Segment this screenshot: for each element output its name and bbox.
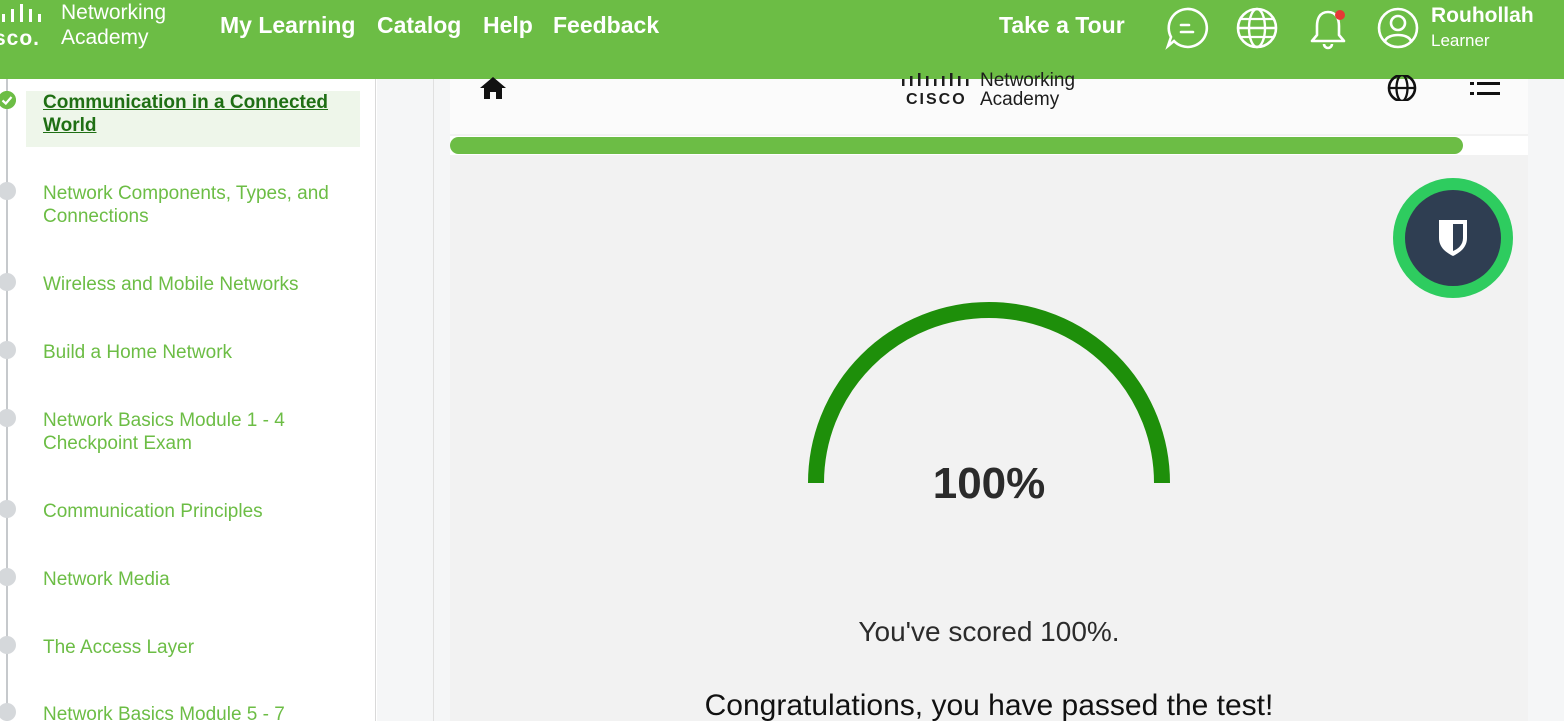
outline-item-label: Communication in a Connected World [43,92,329,136]
content-gutter [377,79,434,721]
bitwarden-button[interactable] [1393,178,1513,298]
lesson-content-frame: Networking CISCO Academy 100% You've sco… [450,70,1528,722]
home-icon[interactable] [478,75,508,101]
user-avatar-icon[interactable] [1376,6,1420,50]
outline-dot [0,273,16,291]
nav-catalog[interactable]: Catalog [377,12,461,39]
frame-logo-cisco: CISCO [906,91,967,108]
brand-networking-text: Networking [61,1,167,24]
outline-dot [0,500,16,518]
menu-list-icon[interactable] [1470,79,1502,101]
outline-dot [0,182,16,200]
networking-academy-logo[interactable]: sco. Networking Academy [0,0,190,60]
notification-dot [1335,10,1345,20]
outline-item-label: Network Basics Module 1 - 4 Checkpoint E… [43,410,285,454]
frame-logo-academy: Academy [980,89,1060,110]
score-percent: 100% [932,459,1046,508]
outline-item-label: Communication Principles [43,501,263,522]
outline-dot [0,409,16,427]
take-a-tour-link[interactable]: Take a Tour [999,12,1125,39]
outline-dot [0,636,16,654]
chat-icon[interactable] [1165,6,1209,50]
brand-academy-text: Academy [61,26,149,49]
bitwarden-core [1405,190,1501,286]
score-gauge-arc [808,302,1170,484]
progress-bar-fill [450,137,1463,154]
outline-item-label: Wireless and Mobile Networks [43,274,299,295]
outline-dot [0,341,16,359]
language-globe-icon[interactable] [1386,75,1418,101]
check-icon [0,91,16,109]
top-navigation-bar: sco. Networking Academy My Learning Cata… [0,0,1564,79]
outline-item-label: Build a Home Network [43,342,233,363]
outline-item-label: Network Media [43,569,170,590]
score-message: You've scored 100%. [858,616,1120,647]
nav-feedback[interactable]: Feedback [553,12,659,39]
nav-help[interactable]: Help [483,12,533,39]
globe-icon[interactable] [1235,6,1279,50]
outline-item-label: The Access Layer [43,637,195,658]
outline-dot [0,568,16,586]
nav-my-learning[interactable]: My Learning [220,12,355,39]
lesson-header: Networking CISCO Academy [450,70,1528,134]
cisco-bars-icon [2,4,41,22]
shield-icon [1439,220,1467,256]
cisco-bars-icon [902,73,969,86]
outline-item-label: Network Basics Module 5 - 7 [43,704,285,721]
course-outline-sidebar: Communication in a Connected World Netwo… [0,79,376,721]
pass-message: Congratulations, you have passed the tes… [704,689,1274,722]
outline-rail [6,79,8,721]
brand-cisco-text: sco. [0,27,41,50]
user-name[interactable]: Rouhollah [1431,4,1534,28]
bell-icon[interactable] [1306,6,1350,50]
outline-dot [0,703,16,721]
user-role: Learner [1431,31,1490,50]
outline-item-label: Network Components, Types, and Connectio… [43,183,329,227]
